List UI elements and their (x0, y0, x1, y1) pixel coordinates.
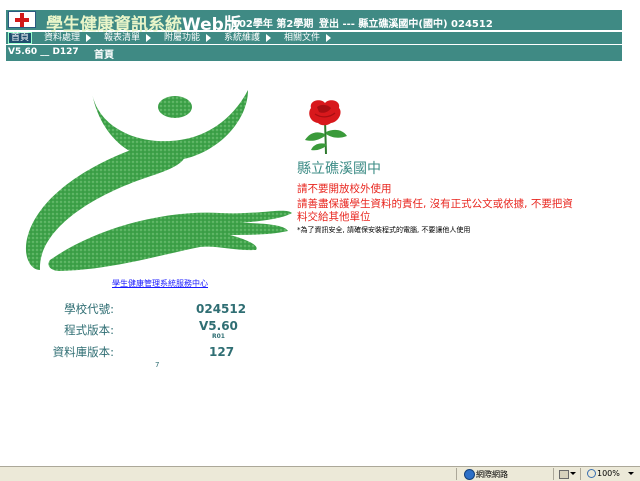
status-separator (580, 468, 581, 480)
zoom-icon[interactable] (587, 469, 596, 478)
chevron-right-icon (86, 34, 91, 42)
menu-related-documents[interactable]: 相關文件 (284, 32, 320, 44)
warning-text-1: 請不要開放校外使用 (297, 183, 392, 195)
menu-bar: 首頁 資料處理 報表清單 附屬功能 系統維護 相關文件 (6, 32, 622, 44)
browser-status-bar: 網際網路 100% (0, 466, 640, 481)
security-note: *為了資訊安全, 請確保安裝程式的電腦, 不要讓他人使用 (297, 226, 471, 234)
sub-bar: V5.60 __ D127 首頁 (6, 45, 622, 61)
db-version-label: 資料庫版本: (52, 345, 114, 359)
chevron-down-icon[interactable] (570, 472, 576, 475)
menu-auxiliary[interactable]: 附屬功能 (164, 32, 200, 44)
breadcrumb-home[interactable]: 首頁 (94, 46, 114, 61)
health-emblem-icon (25, 90, 292, 271)
program-version-label: 程式版本: (64, 323, 114, 337)
menu-report-list[interactable]: 報表清單 (104, 32, 140, 44)
program-build-value: R01 (212, 333, 225, 340)
chevron-right-icon (326, 34, 331, 42)
security-zone-label: 網際網路 (476, 470, 508, 479)
menu-home[interactable]: 首頁 (8, 32, 33, 44)
protected-mode-icon[interactable] (559, 470, 569, 479)
version-tag: V5.60 __ D127 (8, 47, 79, 57)
globe-icon (464, 469, 475, 480)
school-code-label: 學校代號: (64, 302, 114, 316)
chevron-down-icon[interactable] (628, 472, 634, 475)
red-cross-icon (8, 11, 36, 28)
program-version-value: V5.60 (199, 319, 238, 333)
zoom-level[interactable]: 100% (597, 469, 620, 478)
logout-link[interactable]: 登出 --- 縣立礁溪國中(國中) 024512 (319, 15, 493, 30)
menu-data-processing[interactable]: 資料處理 (44, 32, 80, 44)
chevron-right-icon (266, 34, 271, 42)
school-name-heading: 縣立礁溪國中 (297, 161, 381, 177)
db-version-extra: 7 (155, 361, 160, 369)
chevron-right-icon (206, 34, 211, 42)
school-code-value: 024512 (196, 302, 247, 316)
status-separator (553, 468, 554, 480)
term-label: 102學年 第2學期 (232, 19, 314, 30)
warning-text-3: 料交給其他單位 (297, 211, 371, 223)
status-separator (456, 468, 457, 480)
db-version-value: 127 (209, 345, 235, 359)
service-center-link[interactable]: 學生健康管理系統服務中心 (112, 278, 208, 289)
menu-system-maintenance[interactable]: 系統維護 (224, 32, 260, 44)
rose-icon (305, 100, 347, 155)
chevron-right-icon (146, 34, 151, 42)
app-header: 學生健康資訊系統Web版 102學年 第2學期 登出 --- 縣立礁溪國中(國中… (6, 10, 622, 35)
